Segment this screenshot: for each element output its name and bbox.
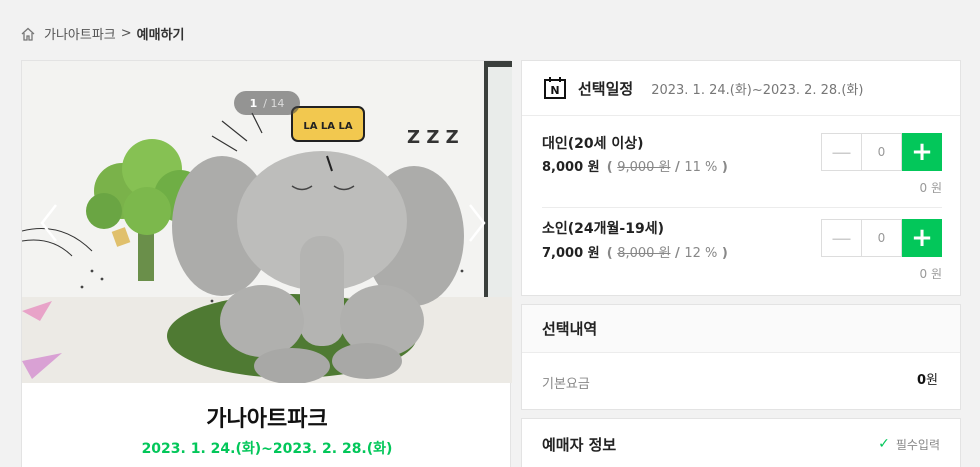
ticket-row: 대인(20세 이상) 8,000 원 ( 9,000 원 / 11 % ) — …: [542, 127, 942, 207]
ticket-discount: 12 %: [684, 246, 718, 261]
pager-total: 14: [270, 96, 285, 110]
decrease-button[interactable]: —: [821, 219, 861, 257]
breadcrumb-separator: >: [120, 26, 132, 41]
gallery-pager: 1 / 14: [234, 91, 300, 115]
pager-separator: /: [263, 96, 267, 110]
schedule-card: N 선택일정 2023. 1. 24.(화)~2023. 2. 28.(화) 대…: [521, 60, 961, 296]
calendar-icon: N: [544, 77, 566, 99]
chevron-right-icon: [469, 204, 486, 242]
pager-current: 1: [249, 96, 258, 110]
increase-button[interactable]: +: [902, 133, 942, 171]
ticket-sale-price: 8,000 원: [542, 160, 600, 175]
venue-card: LA LA LA Z Z Z 1 / 14 가나아트파크 2023. 1. 24…: [21, 60, 512, 467]
venue-photo: LA LA LA Z Z Z 1 / 14: [22, 61, 512, 383]
base-fee-label: 기본요금: [542, 377, 590, 392]
venue-dates: 2023. 1. 24.(화)~2023. 2. 28.(화): [141, 441, 393, 457]
minus-icon: —: [831, 140, 852, 164]
ticket-row: 소인(24개월-19세) 7,000 원 ( 8,000 원 / 12 % ) …: [542, 207, 942, 287]
ticket-price: 8,000 원 ( 9,000 원 / 11 % ): [542, 160, 728, 175]
booker-title: 예매자 정보: [542, 435, 617, 454]
base-fee-row: 기본요금 0원: [522, 353, 960, 409]
prev-image-button[interactable]: [34, 201, 64, 245]
quantity-field[interactable]: 0: [861, 219, 902, 257]
ticket-subtotal: 0 원: [919, 267, 943, 281]
plus-icon: +: [911, 137, 933, 167]
calendar-icon-letter: N: [550, 84, 559, 97]
quantity-stepper: — 0 +: [821, 219, 942, 257]
selection-card: 선택내역 기본요금 0원: [521, 304, 961, 410]
minus-icon: —: [831, 226, 852, 250]
schedule-range: 2023. 1. 24.(화)~2023. 2. 28.(화): [651, 82, 864, 98]
base-fee-value: 0: [916, 373, 927, 388]
selection-title: 선택내역: [522, 305, 960, 353]
base-fee-unit: 원: [926, 373, 938, 388]
ticket-name: 대인(20세 이상): [542, 136, 644, 152]
required-indicator: ✓ 필수입력: [878, 436, 940, 453]
ticket-subtotal: 0 원: [919, 181, 943, 195]
breadcrumb-parent[interactable]: 가나아트파크: [44, 24, 116, 43]
decrease-button[interactable]: —: [821, 133, 861, 171]
home-icon[interactable]: [20, 26, 36, 42]
booker-card: 예매자 정보 ✓ 필수입력: [521, 418, 961, 467]
sign-text: LA LA LA: [303, 121, 353, 132]
quantity-stepper: — 0 +: [821, 133, 942, 171]
plus-icon: +: [911, 223, 933, 253]
schedule-header: N 선택일정 2023. 1. 24.(화)~2023. 2. 28.(화): [522, 61, 960, 116]
schedule-title: 선택일정: [578, 79, 634, 98]
ticket-discount: 11 %: [684, 160, 718, 175]
quantity-field[interactable]: 0: [861, 133, 902, 171]
required-label: 필수입력: [895, 437, 940, 452]
ticket-original-price: 9,000 원: [617, 160, 671, 175]
next-image-button[interactable]: [462, 201, 492, 245]
breadcrumb: 가나아트파크 > 예매하기: [20, 24, 185, 43]
ticket-name: 소인(24개월-19세): [542, 221, 664, 237]
booker-header: 예매자 정보 ✓ 필수입력: [522, 419, 960, 467]
check-icon: ✓: [878, 436, 890, 452]
ticket-price: 7,000 원 ( 8,000 원 / 12 % ): [542, 246, 728, 261]
increase-button[interactable]: +: [902, 219, 942, 257]
breadcrumb-current: 예매하기: [136, 28, 185, 43]
snore-text: Z Z Z: [407, 127, 459, 148]
base-fee-amount: 0원: [917, 369, 938, 388]
ticket-original-price: 8,000 원: [617, 246, 671, 261]
venue-title: 가나아트파크: [206, 407, 328, 432]
ticket-sale-price: 7,000 원: [542, 246, 600, 261]
chevron-left-icon: [40, 204, 57, 242]
